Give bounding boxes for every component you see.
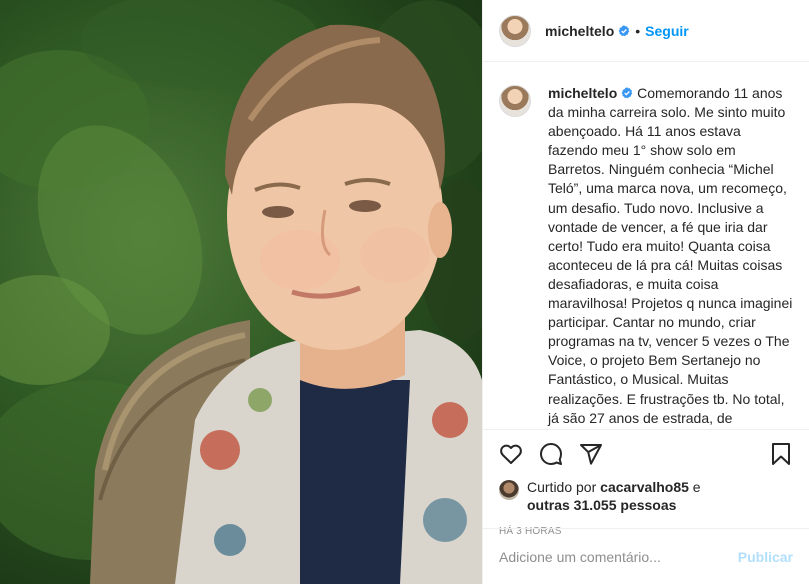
caption-username[interactable]: micheltelo: [548, 85, 617, 101]
comment-icon[interactable]: [539, 442, 563, 466]
verified-badge-icon: [618, 24, 630, 36]
caption-text: Comemorando 11 anos da minha carreira so…: [548, 85, 793, 429]
liked-by-prefix: Curtido por: [527, 479, 601, 495]
verified-badge-icon: [621, 87, 633, 99]
separator-dot: •: [635, 22, 641, 39]
likes-summary: Curtido por cacarvalho85 e outras 31.055…: [483, 478, 809, 518]
comment-bar: Publicar: [483, 528, 809, 584]
others-count[interactable]: outras 31.055 pessoas: [527, 497, 676, 513]
post-header: micheltelo • Seguir: [483, 0, 809, 62]
comment-input[interactable]: [499, 548, 738, 565]
portrait-illustration: [0, 0, 482, 584]
post-photo[interactable]: [0, 0, 482, 584]
action-bar: [483, 430, 809, 478]
share-icon[interactable]: [579, 442, 603, 466]
caption-avatar[interactable]: [499, 85, 531, 117]
header-username[interactable]: micheltelo: [545, 23, 614, 39]
liked-by-joiner: e: [688, 479, 701, 495]
likes-text: Curtido por cacarvalho85 e outras 31.055…: [527, 478, 701, 514]
bookmark-icon[interactable]: [769, 442, 793, 466]
publish-button[interactable]: Publicar: [738, 549, 793, 565]
caption-section: micheltelo Comemorando 11 anos da minha …: [483, 62, 809, 430]
liked-by-user[interactable]: cacarvalho85: [600, 479, 689, 495]
avatar[interactable]: [499, 14, 531, 47]
heart-icon[interactable]: [499, 442, 523, 466]
follow-button[interactable]: Seguir: [645, 23, 689, 39]
post-side-panel: micheltelo • Seguir micheltelo Comemoran…: [482, 0, 809, 584]
liker-avatar[interactable]: [499, 480, 519, 500]
caption-block: micheltelo Comemorando 11 anos da minha …: [548, 84, 793, 429]
